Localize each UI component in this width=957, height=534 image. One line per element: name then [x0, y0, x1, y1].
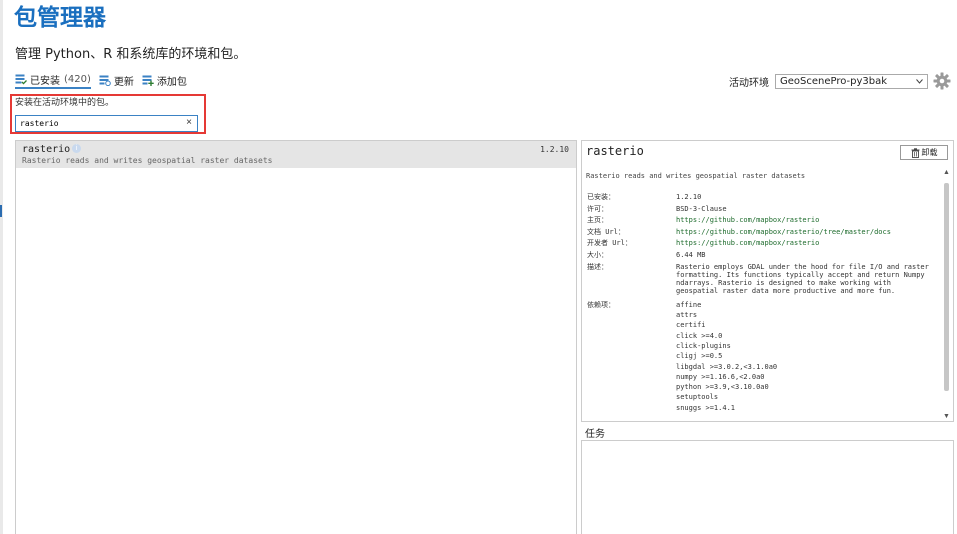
details-properties: 已安装： 1.2.10 许可： BSD-3-Clause 主页： https:/…	[587, 192, 932, 413]
dependency-item: attrs	[676, 311, 698, 320]
package-description: Rasterio reads and writes geospatial ras…	[22, 156, 273, 165]
clear-search-icon[interactable]: ×	[186, 117, 192, 128]
info-icon[interactable]: i	[72, 144, 81, 153]
property-label: 开发者 Url：	[587, 239, 632, 248]
property-label: 主页：	[587, 216, 608, 225]
property-row: 许可： BSD-3-Clause	[587, 204, 932, 216]
environment-label: 活动环境	[729, 77, 769, 89]
dependency-item: setuptools	[676, 393, 719, 402]
tab-updates[interactable]: 更新	[99, 72, 134, 88]
dependency-item: affine	[676, 300, 702, 309]
page-title: 包管理器	[14, 5, 106, 31]
uninstall-button[interactable]: 卸载	[900, 145, 948, 160]
window-edge	[0, 0, 3, 534]
dependency-item: numpy >=1.16.6,<2.0a0	[676, 372, 765, 381]
package-name: rasterio	[22, 144, 71, 155]
tasks-title: 任务	[585, 429, 605, 440]
gear-icon[interactable]	[933, 72, 951, 90]
property-row: 已安装： 1.2.10	[587, 192, 932, 204]
uninstall-label: 卸载	[921, 148, 938, 157]
summary-value: Rasterio employs GDAL under the hood for…	[676, 262, 929, 296]
details-description: Rasterio reads and writes geospatial ras…	[586, 172, 806, 180]
tab-installed[interactable]: 已安装 (420)	[15, 71, 91, 89]
environment-selected: GeoScenePro-py3bak	[780, 75, 888, 87]
property-label: 许可：	[587, 204, 608, 213]
dependency-item: libgdal >=3.0.2,<3.1.0a0	[676, 362, 778, 371]
dependency-item: cligj >=0.5	[676, 352, 723, 361]
dependency-item: snuggs >=1.4.1	[676, 403, 736, 412]
property-row: 依赖项： affine attrs certifi click >=4.0 cl…	[587, 300, 932, 413]
add-package-icon	[142, 75, 154, 86]
package-details: rasterio 卸载 Rasterio reads and writes ge…	[581, 140, 954, 422]
details-package-name: rasterio	[586, 144, 644, 158]
dependency-list: affine attrs certifi click >=4.0 click-p…	[676, 300, 932, 413]
home-link[interactable]: https://github.com/mapbox/rasterio	[676, 215, 932, 227]
chevron-down-icon	[916, 78, 923, 84]
window-edge-marker	[0, 205, 2, 217]
environment-dropdown[interactable]: GeoScenePro-py3bak	[775, 73, 928, 89]
docs-link[interactable]: https://github.com/mapbox/rasterio/tree/…	[676, 227, 932, 239]
tab-bar: 已安装 (420) 更新 添加包	[15, 71, 195, 89]
search-hint: 安装在活动环境中的包。	[15, 98, 115, 108]
size-value: 6.44 MB	[676, 250, 706, 259]
trash-icon	[911, 147, 919, 158]
dependency-item: python >=3.9,<3.10.0a0	[676, 383, 769, 392]
search-box: ×	[15, 115, 198, 132]
property-label: 文档 Url：	[587, 227, 625, 236]
property-label: 描述：	[587, 262, 608, 271]
dependency-item: certifi	[676, 321, 706, 330]
tasks-panel	[581, 440, 954, 534]
page-subtitle: 管理 Python、R 和系统库的环境和包。	[15, 47, 247, 62]
dependency-item: click >=4.0	[676, 331, 723, 340]
property-row: 开发者 Url： https://github.com/mapbox/raste…	[587, 238, 932, 250]
installed-version: 1.2.10	[676, 193, 702, 201]
developer-link[interactable]: https://github.com/mapbox/rasterio	[676, 238, 932, 250]
property-label: 大小：	[587, 250, 608, 259]
tab-updates-label: 更新	[113, 76, 134, 88]
update-list-icon	[99, 75, 111, 86]
property-label: 已安装：	[587, 193, 615, 201]
property-row: 描述： Rasterio employs GDAL under the hood…	[587, 263, 932, 296]
dependency-item: click-plugins	[676, 341, 731, 350]
property-row: 文档 Url： https://github.com/mapbox/raster…	[587, 227, 932, 239]
list-item[interactable]: rasterio i Rasterio reads and writes geo…	[16, 141, 576, 168]
package-version: 1.2.10	[540, 145, 569, 154]
tab-add-package[interactable]: 添加包	[142, 72, 187, 88]
property-row: 主页： https://github.com/mapbox/rasterio	[587, 215, 932, 227]
details-scrollbar[interactable]: ▲ ▼	[942, 169, 951, 420]
license-value: BSD-3-Clause	[676, 204, 727, 213]
property-label: 依赖项：	[587, 300, 615, 309]
scroll-up-icon[interactable]: ▲	[943, 169, 950, 176]
search-input[interactable]	[20, 119, 170, 128]
installed-list-icon	[15, 74, 27, 85]
installed-count: (420)	[64, 73, 91, 85]
active-environment: 活动环境 GeoScenePro-py3bak	[729, 72, 951, 90]
tab-add-package-label: 添加包	[156, 76, 187, 88]
tab-installed-label: 已安装	[30, 75, 60, 87]
scroll-down-icon[interactable]: ▼	[943, 413, 950, 420]
scrollbar-thumb[interactable]	[944, 183, 949, 391]
package-list: rasterio i Rasterio reads and writes geo…	[15, 140, 577, 534]
property-row: 大小： 6.44 MB	[587, 250, 932, 262]
